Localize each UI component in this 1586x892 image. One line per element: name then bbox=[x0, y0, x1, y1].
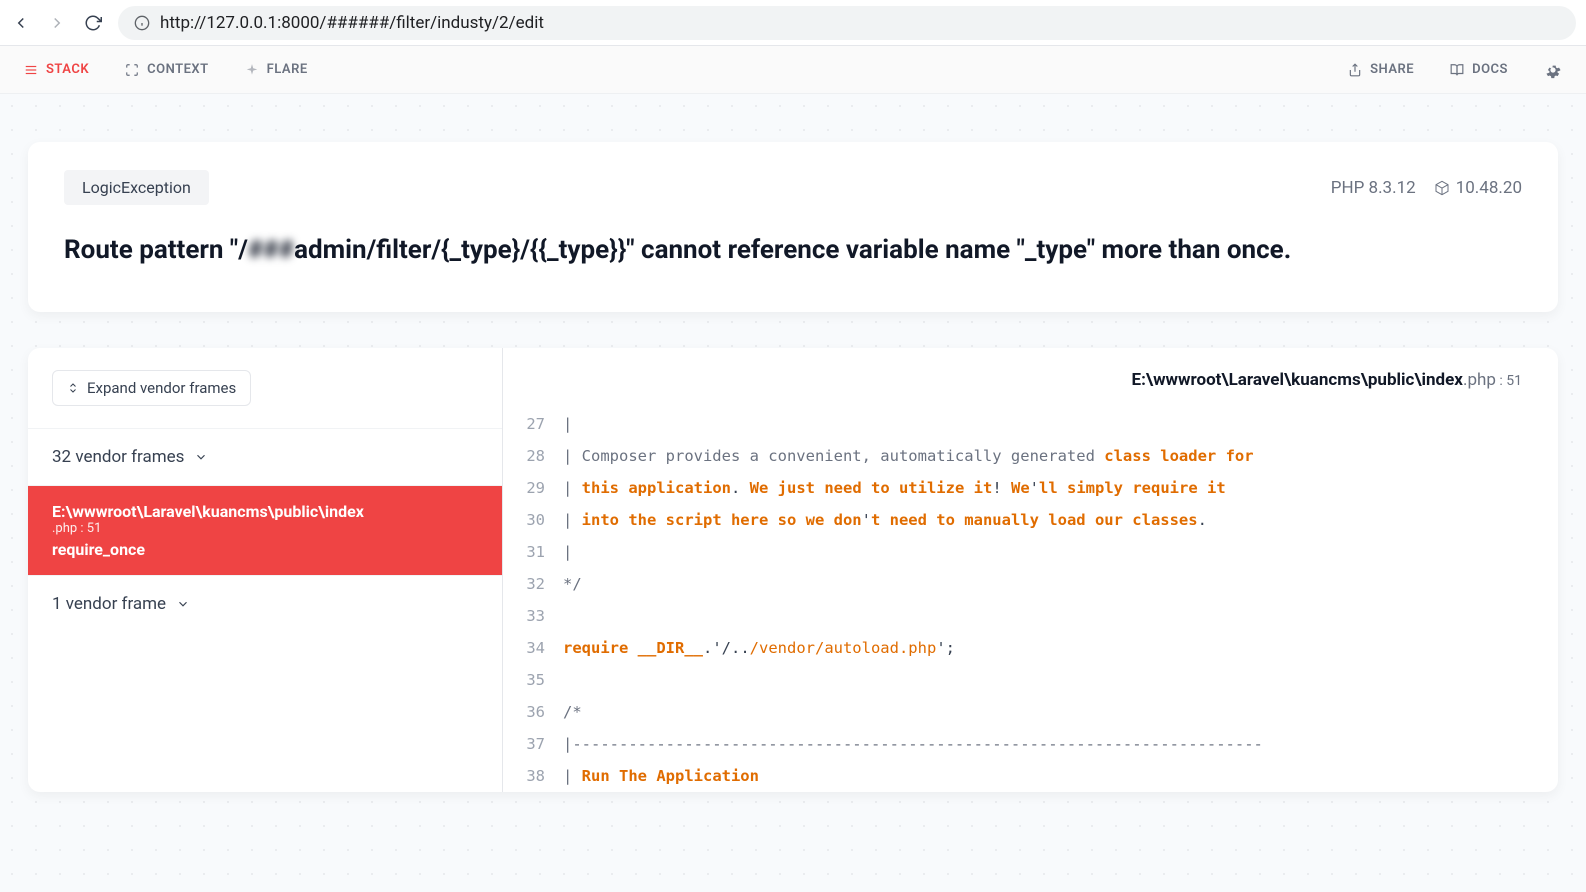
chevron-down-icon bbox=[194, 450, 208, 464]
chevron-down-icon bbox=[176, 597, 190, 611]
code-line: 33 bbox=[503, 600, 1558, 632]
flare-icon bbox=[245, 63, 259, 77]
error-card: LogicException PHP 8.3.12 10.48.20 Route… bbox=[28, 142, 1558, 312]
url-text: http://127.0.0.1:8000/######/filter/indu… bbox=[160, 13, 544, 33]
button-label: DOCS bbox=[1472, 62, 1508, 77]
code-line: 28| Composer provides a convenient, auto… bbox=[503, 440, 1558, 472]
share-icon bbox=[1348, 63, 1362, 77]
error-message: Route pattern "/###admin/filter/{_type}/… bbox=[64, 233, 1522, 268]
code-line: 37|-------------------------------------… bbox=[503, 728, 1558, 760]
tab-stack[interactable]: STACK bbox=[24, 62, 89, 77]
tab-label: FLARE bbox=[267, 62, 308, 77]
info-icon bbox=[134, 15, 150, 31]
code-line: 31| bbox=[503, 536, 1558, 568]
code-line: 38| Run The Application bbox=[503, 760, 1558, 792]
docs-button[interactable]: DOCS bbox=[1450, 62, 1508, 77]
share-button[interactable]: SHARE bbox=[1348, 62, 1414, 77]
laravel-version: 10.48.20 bbox=[1434, 178, 1522, 198]
code-panel: E:\wwwroot\Laravel\kuancms\public\index.… bbox=[503, 348, 1558, 792]
laravel-icon bbox=[1434, 180, 1450, 196]
expand-icon bbox=[67, 382, 79, 394]
forward-button[interactable] bbox=[46, 12, 68, 34]
ignition-topnav: STACK CONTEXT FLARE SHARE DOCS bbox=[0, 46, 1586, 94]
source-code: 27|28| Composer provides a convenient, a… bbox=[503, 408, 1558, 792]
code-line: 32*/ bbox=[503, 568, 1558, 600]
version-meta: PHP 8.3.12 10.48.20 bbox=[1331, 178, 1522, 198]
url-bar[interactable]: http://127.0.0.1:8000/######/filter/indu… bbox=[118, 6, 1576, 40]
code-line: 27| bbox=[503, 408, 1558, 440]
expand-vendor-frames-button[interactable]: Expand vendor frames bbox=[52, 370, 251, 406]
reload-button[interactable] bbox=[82, 12, 104, 34]
button-label: SHARE bbox=[1370, 62, 1414, 77]
code-line: 29| this application. We just need to ut… bbox=[503, 472, 1558, 504]
tab-label: STACK bbox=[46, 62, 89, 77]
php-version: PHP 8.3.12 bbox=[1331, 178, 1416, 198]
file-path-header: E:\wwwroot\Laravel\kuancms\public\index.… bbox=[503, 366, 1558, 408]
browser-toolbar: http://127.0.0.1:8000/######/filter/indu… bbox=[0, 0, 1586, 46]
stack-icon bbox=[24, 63, 38, 77]
gear-icon[interactable] bbox=[1544, 61, 1562, 79]
vendor-frame-group-bottom[interactable]: 1 vendor frame bbox=[28, 575, 502, 632]
tab-context[interactable]: CONTEXT bbox=[125, 62, 209, 77]
code-line: 35 bbox=[503, 664, 1558, 696]
stack-frame-selected[interactable]: E:\wwwroot\Laravel\kuancms\public\index … bbox=[28, 485, 502, 575]
vendor-frame-group-top[interactable]: 32 vendor frames bbox=[28, 428, 502, 485]
stack-frame-list: Expand vendor frames 32 vendor frames E:… bbox=[28, 348, 503, 792]
code-line: 30| into the script here so we don't nee… bbox=[503, 504, 1558, 536]
code-line: 36/* bbox=[503, 696, 1558, 728]
stack-trace-card: Expand vendor frames 32 vendor frames E:… bbox=[28, 348, 1558, 792]
docs-icon bbox=[1450, 63, 1464, 77]
exception-badge[interactable]: LogicException bbox=[64, 170, 209, 205]
ignition-page: STACK CONTEXT FLARE SHARE DOCS bbox=[0, 46, 1586, 892]
tab-label: CONTEXT bbox=[147, 62, 209, 77]
context-icon bbox=[125, 63, 139, 77]
tab-flare[interactable]: FLARE bbox=[245, 62, 308, 77]
code-line: 34require __DIR__.'/../vendor/autoload.p… bbox=[503, 632, 1558, 664]
back-button[interactable] bbox=[10, 12, 32, 34]
